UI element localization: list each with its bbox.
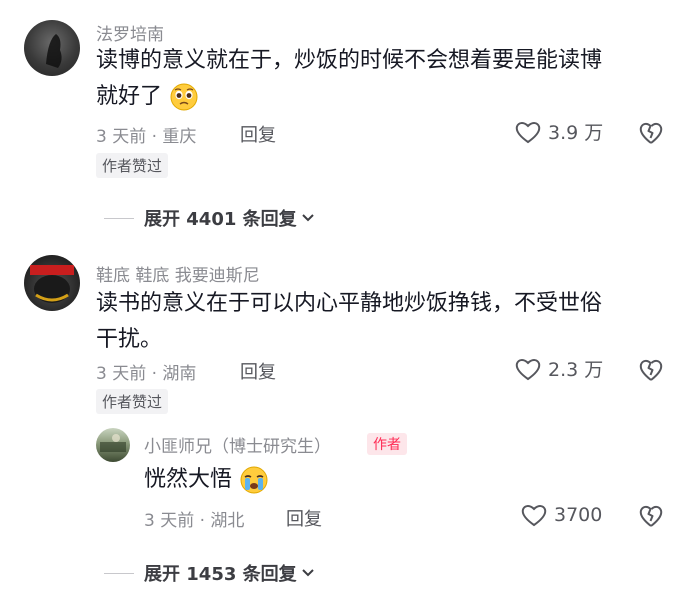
comment-1-username[interactable]: 法罗培南 bbox=[96, 20, 164, 45]
comment-2-time-location: 3 天前 · 湖南 bbox=[96, 364, 197, 384]
comment-2-avatar[interactable] bbox=[24, 255, 80, 311]
comment-1-text: 读博的意义就在于，炒饭的时候不会想着要是能读博 就好了 bbox=[96, 43, 666, 115]
reply-author-tag: 作者 bbox=[367, 433, 407, 455]
reply-like-count: 3700 bbox=[554, 504, 603, 526]
comment-1-time-location: 3 天前 · 重庆 bbox=[96, 127, 197, 147]
chevron-down-icon bbox=[301, 569, 314, 577]
comment-1-expand-replies[interactable]: 展开 4401 条回复 bbox=[104, 205, 316, 231]
comment-2-like-count: 2.3 万 bbox=[548, 359, 604, 381]
pleading-face-icon bbox=[170, 83, 198, 111]
comment-1-text-line-1: 读博的意义就在于，炒饭的时候不会想着要是能读博 bbox=[96, 48, 603, 73]
divider-line bbox=[104, 572, 134, 574]
comment-2-like-button[interactable]: 2.3 万 bbox=[514, 355, 603, 382]
comment-2-text-line-2: 干扰。 bbox=[96, 327, 163, 352]
reply-time-location: 3 天前 · 湖北 bbox=[144, 511, 245, 531]
comment-2-reply-button[interactable]: 回复 bbox=[240, 358, 276, 384]
dislike-icon[interactable] bbox=[638, 357, 664, 383]
reply-like-button[interactable]: 3700 bbox=[520, 502, 602, 528]
divider-line bbox=[104, 217, 134, 219]
loudly-crying-face-icon bbox=[240, 466, 268, 494]
reply-avatar[interactable] bbox=[96, 428, 130, 462]
heart-icon bbox=[515, 121, 541, 143]
comment-1-expand-label: 展开 4401 条回复 bbox=[144, 209, 297, 230]
comment-1-author-liked-badge: 作者赞过 bbox=[96, 153, 169, 178]
comment-1-like-button[interactable]: 3.9 万 bbox=[514, 118, 603, 145]
comment-1-reply-button[interactable]: 回复 bbox=[240, 121, 276, 147]
avatar-image bbox=[100, 434, 126, 452]
heart-icon bbox=[515, 358, 541, 380]
reply-text-content: 恍然大悟 bbox=[144, 467, 233, 492]
dislike-icon[interactable] bbox=[638, 503, 664, 529]
comment-1-like-count: 3.9 万 bbox=[548, 122, 604, 144]
heart-icon bbox=[521, 505, 547, 527]
reply-reply-button[interactable]: 回复 bbox=[286, 505, 322, 531]
comment-2-username[interactable]: 鞋底 鞋底 我要迪斯尼 bbox=[96, 261, 260, 286]
chevron-down-icon bbox=[301, 214, 314, 222]
comment-2-expand-replies[interactable]: 展开 1453 条回复 bbox=[104, 560, 316, 586]
reply-text: 恍然大悟 bbox=[144, 462, 269, 498]
comment-2-author-liked-badge: 作者赞过 bbox=[96, 389, 169, 414]
comment-2-text-line-1: 读书的意义在于可以内心平静地炒饭挣钱，不受世俗 bbox=[96, 291, 603, 316]
avatar-image bbox=[30, 265, 74, 303]
dislike-icon[interactable] bbox=[638, 120, 664, 146]
comment-1-avatar[interactable] bbox=[24, 20, 80, 76]
comment-2-expand-label: 展开 1453 条回复 bbox=[144, 564, 297, 585]
reply-username[interactable]: 小匪师兄（博士研究生） bbox=[144, 432, 331, 457]
comment-1-text-line-2: 就好了 bbox=[96, 84, 163, 109]
comment-2-text: 读书的意义在于可以内心平静地炒饭挣钱，不受世俗 干扰。 bbox=[96, 286, 666, 358]
avatar-image bbox=[46, 34, 62, 68]
